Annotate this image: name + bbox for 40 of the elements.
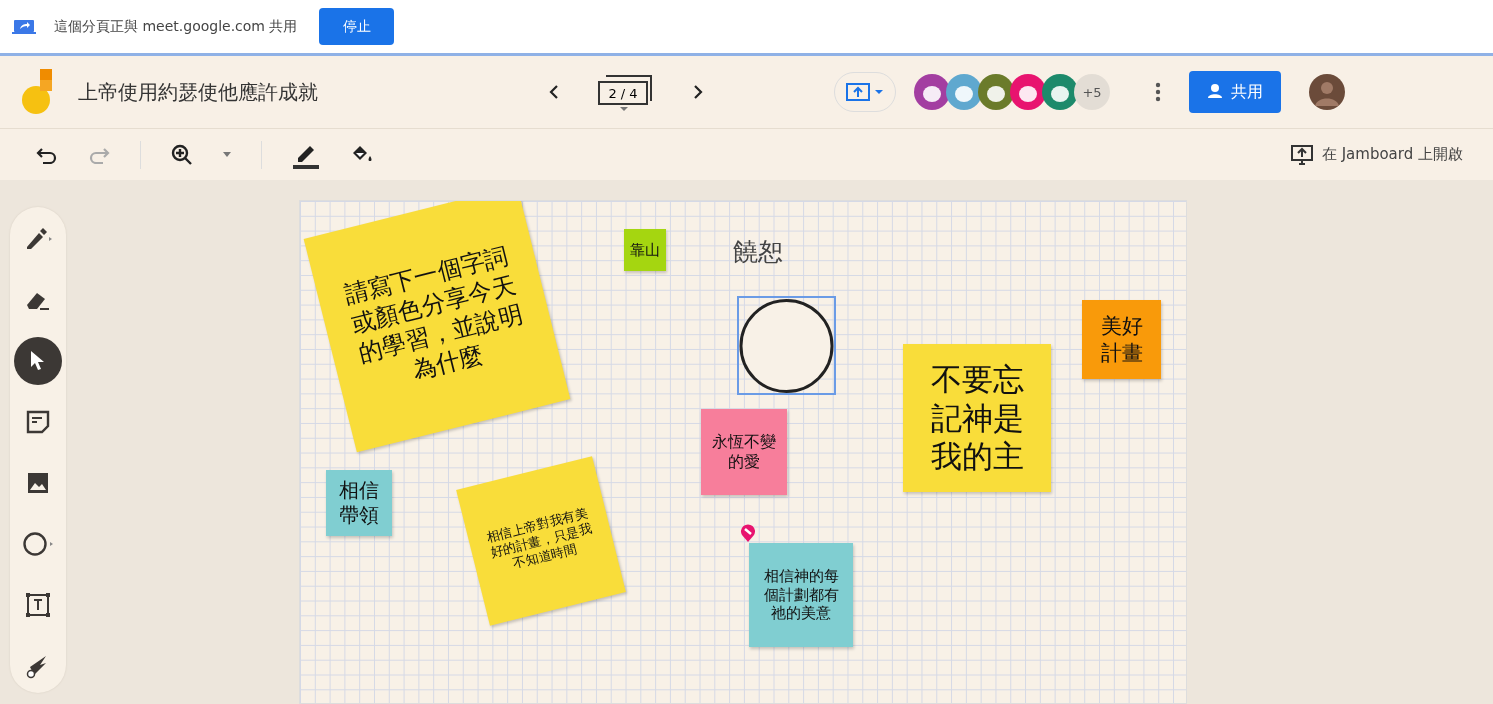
participant-avatar[interactable] xyxy=(914,74,950,110)
stop-button[interactable]: 停止 xyxy=(319,8,395,45)
sticky-note[interactable]: 相信帶領 xyxy=(326,470,392,536)
present-button[interactable] xyxy=(834,72,896,112)
screen-share-icon xyxy=(12,18,36,35)
participant-avatar[interactable] xyxy=(946,74,982,110)
participant-avatar[interactable] xyxy=(1010,74,1046,110)
sticky-note[interactable]: 請寫下一個字詞或顏色分享今天的學習，並說明為什麼 xyxy=(303,201,571,453)
text-box-icon xyxy=(25,592,51,618)
dropdown-caret-icon[interactable] xyxy=(223,152,231,157)
collaborator-cursor-icon xyxy=(740,524,756,542)
user-avatar[interactable] xyxy=(1309,74,1345,110)
sticky-note[interactable]: 不要忘記神是我的主 xyxy=(903,344,1051,492)
person-icon xyxy=(1207,83,1223,101)
circle-icon xyxy=(23,532,53,556)
more-participants-badge[interactable]: +5 xyxy=(1074,74,1110,110)
share-button[interactable]: 共用 xyxy=(1189,71,1281,113)
document-title: 上帝使用約瑟使他應許成就 xyxy=(78,78,319,106)
participant-avatar[interactable] xyxy=(978,74,1014,110)
undo-icon[interactable] xyxy=(36,145,58,164)
present-icon xyxy=(846,83,884,101)
sticky-note[interactable]: 美好計畫 xyxy=(1082,300,1161,379)
previous-frame-icon[interactable] xyxy=(548,84,560,100)
more-options-icon[interactable] xyxy=(1155,82,1161,102)
jamboard-logo-icon xyxy=(20,69,54,115)
participant-avatar[interactable] xyxy=(1042,74,1078,110)
sticky-note[interactable]: 靠山 xyxy=(624,229,666,271)
sticky-note[interactable]: 相信上帝對我有美好的計畫，只是我不知道時間 xyxy=(456,456,626,626)
image-icon xyxy=(27,472,49,494)
marker-icon xyxy=(24,227,52,251)
text-label: 饒恕 xyxy=(733,236,783,268)
next-frame-icon[interactable] xyxy=(692,84,704,100)
open-in-jamboard-button[interactable]: 在 Jamboard 上開啟 xyxy=(1289,143,1463,166)
monitor-upload-icon xyxy=(1289,143,1314,166)
zoom-in-icon[interactable] xyxy=(171,143,193,166)
share-message: 這個分頁正與 meet.google.com 共用 xyxy=(54,17,298,36)
sticky-note[interactable]: 相信神的每個計劃都有祂的美意 xyxy=(749,543,853,647)
sticky-note[interactable]: 永恆不變的愛 xyxy=(701,409,787,495)
sticky-note-icon xyxy=(26,410,50,434)
tool-button[interactable] xyxy=(14,337,62,385)
